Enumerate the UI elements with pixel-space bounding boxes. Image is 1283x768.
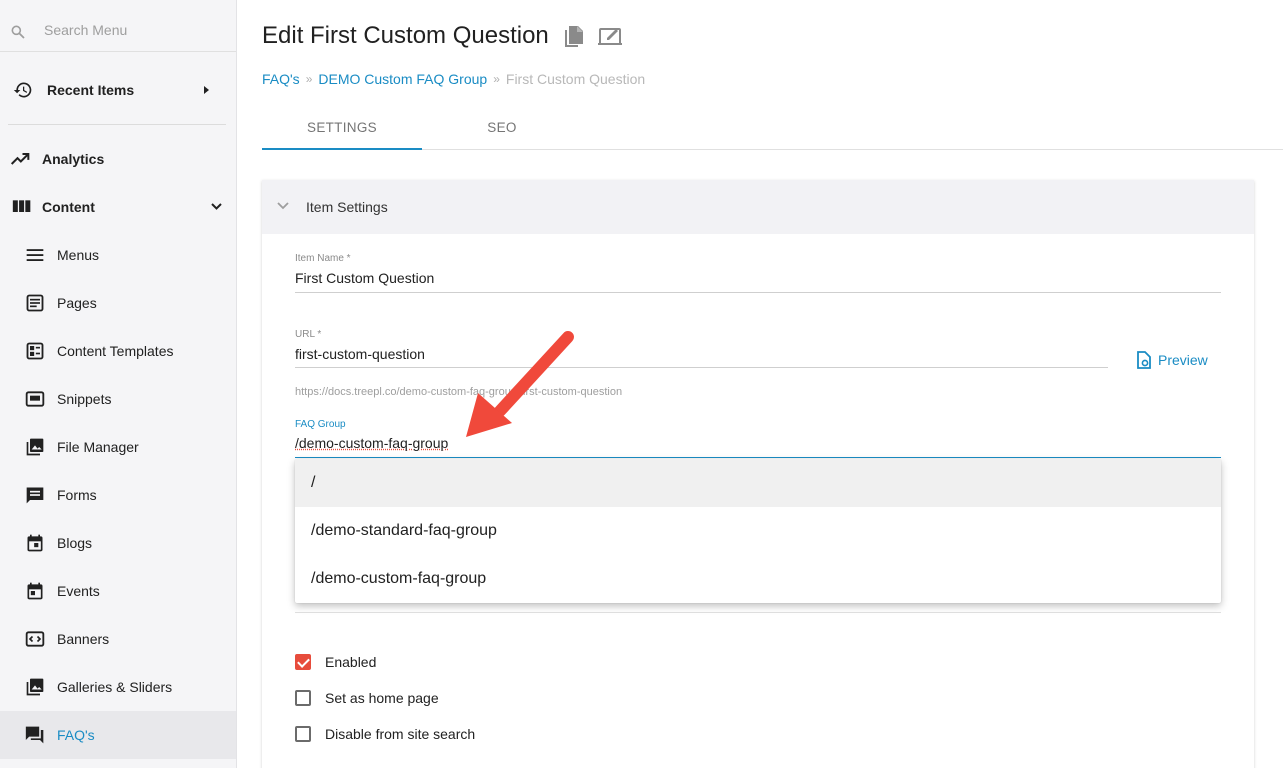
- sidebar-item-forms[interactable]: Forms: [0, 471, 236, 519]
- item-name-label: Item Name *: [295, 253, 434, 264]
- photo-library-icon: [25, 437, 45, 457]
- faq-group-underline: [295, 457, 1221, 458]
- breadcrumb-link-faqs[interactable]: FAQ's: [262, 71, 300, 87]
- section-divider: [295, 612, 1221, 613]
- sidebar-item-recent[interactable]: Recent Items: [0, 66, 236, 114]
- disable-search-checkbox-row[interactable]: Disable from site search: [295, 726, 475, 742]
- sidebar-item-faqs[interactable]: FAQ's: [0, 711, 236, 759]
- enabled-checkbox[interactable]: [295, 654, 311, 670]
- item-name-underline: [295, 292, 1221, 293]
- dropdown-option[interactable]: /: [295, 459, 1221, 507]
- faq-group-value: /demo-custom-faq-group: [295, 435, 448, 451]
- template-icon: [25, 341, 45, 361]
- sidebar-item-content-templates[interactable]: Content Templates: [0, 327, 236, 375]
- chevron-right-icon: [201, 85, 211, 95]
- event-icon: [25, 581, 45, 601]
- dropdown-option[interactable]: /demo-standard-faq-group: [295, 507, 1221, 555]
- sidebar-item-snippets[interactable]: Snippets: [0, 375, 236, 423]
- faq-group-select[interactable]: /demo-custom-faq-group: [295, 435, 448, 451]
- dropdown-option[interactable]: /demo-custom-faq-group: [295, 555, 1221, 603]
- sidebar-item-label: Banners: [57, 631, 109, 647]
- home-page-checkbox[interactable]: [295, 690, 311, 706]
- gallery-icon: [25, 677, 45, 697]
- form-icon: [25, 485, 45, 505]
- sidebar-item-content[interactable]: Content: [0, 183, 236, 231]
- sidebar-item-label: Blogs: [57, 535, 92, 551]
- url-value[interactable]: first-custom-question: [295, 346, 425, 362]
- sidebar-item-label: Content Templates: [57, 343, 173, 359]
- faq-group-dropdown: / /demo-standard-faq-group /demo-custom-…: [295, 459, 1221, 603]
- sidebar-item-label: Recent Items: [47, 82, 134, 98]
- sidebar-divider: [8, 124, 226, 125]
- tab-seo[interactable]: SEO: [422, 108, 582, 150]
- sidebar-item-label: Forms: [57, 487, 97, 503]
- disable-search-label: Disable from site search: [325, 726, 475, 742]
- page-icon: [25, 293, 45, 313]
- breadcrumb: FAQ's » DEMO Custom FAQ Group » First Cu…: [262, 71, 645, 87]
- app-root: Recent Items Analytics Content Menus Pag…: [0, 0, 1283, 768]
- title-actions: [562, 25, 624, 49]
- breadcrumb-link-group[interactable]: DEMO Custom FAQ Group: [318, 71, 487, 87]
- sidebar-item-galleries[interactable]: Galleries & Sliders: [0, 663, 236, 711]
- search-input[interactable]: [44, 22, 224, 38]
- url-underline: [295, 367, 1108, 368]
- trending-up-icon: [10, 149, 30, 169]
- url-hint: https://docs.treepl.co/demo-custom-faq-g…: [295, 386, 622, 398]
- sidebar-item-events[interactable]: Events: [0, 567, 236, 615]
- item-name-field[interactable]: Item Name * First Custom Question: [295, 253, 434, 286]
- sidebar-item-file-manager[interactable]: File Manager: [0, 423, 236, 471]
- history-icon: [13, 80, 33, 100]
- tab-bar: SETTINGS SEO: [262, 108, 1283, 150]
- panel-title: Item Settings: [306, 199, 388, 215]
- breadcrumb-current: First Custom Question: [506, 71, 645, 87]
- sidebar-item-label: Galleries & Sliders: [57, 679, 172, 695]
- search-bar: [0, 0, 236, 52]
- faq-group-field[interactable]: FAQ Group /demo-custom-faq-group: [295, 419, 448, 451]
- sidebar: Recent Items Analytics Content Menus Pag…: [0, 0, 237, 768]
- sidebar-item-label: Snippets: [57, 391, 111, 407]
- sidebar-item-label: Pages: [57, 295, 97, 311]
- search-icon: [10, 24, 26, 40]
- url-field[interactable]: URL * first-custom-question: [295, 329, 425, 362]
- preview-icon: [1136, 351, 1152, 369]
- forum-icon: [25, 725, 45, 745]
- chevron-down-icon: [211, 203, 222, 211]
- panel-header[interactable]: Item Settings: [262, 180, 1254, 234]
- menu-icon: [25, 245, 45, 265]
- page-title: Edit First Custom Question: [262, 22, 549, 50]
- disable-search-checkbox[interactable]: [295, 726, 311, 742]
- preview-label: Preview: [1158, 352, 1208, 368]
- sidebar-item-blogs[interactable]: Blogs: [0, 519, 236, 567]
- home-page-checkbox-row[interactable]: Set as home page: [295, 690, 439, 706]
- url-label: URL *: [295, 329, 425, 340]
- sidebar-item-analytics[interactable]: Analytics: [0, 135, 236, 183]
- sidebar-item-label: Menus: [57, 247, 99, 263]
- copy-icon[interactable]: [562, 25, 584, 49]
- snippet-icon: [25, 389, 45, 409]
- sidebar-item-label: FAQ's: [57, 727, 95, 743]
- breadcrumb-separator: »: [306, 72, 313, 86]
- enabled-checkbox-row[interactable]: Enabled: [295, 654, 376, 670]
- edit-screen-icon[interactable]: [598, 25, 624, 47]
- sidebar-item-label: Content: [42, 199, 95, 215]
- sidebar-item-banners[interactable]: Banners: [0, 615, 236, 663]
- sidebar-item-label: Analytics: [42, 151, 104, 167]
- code-icon: [25, 629, 45, 649]
- item-name-value[interactable]: First Custom Question: [295, 270, 434, 286]
- sidebar-item-label: Events: [57, 583, 100, 599]
- calendar-icon: [25, 533, 45, 553]
- sidebar-item-menus[interactable]: Menus: [0, 231, 236, 279]
- columns-icon: [12, 197, 32, 217]
- enabled-label: Enabled: [325, 654, 376, 670]
- sidebar-item-pages[interactable]: Pages: [0, 279, 236, 327]
- chevron-down-icon: [277, 202, 289, 210]
- sidebar-item-label: File Manager: [57, 439, 139, 455]
- home-page-label: Set as home page: [325, 690, 439, 706]
- faq-group-label: FAQ Group: [295, 419, 448, 430]
- tab-settings[interactable]: SETTINGS: [262, 108, 422, 150]
- preview-button[interactable]: Preview: [1136, 351, 1208, 369]
- breadcrumb-separator: »: [493, 72, 500, 86]
